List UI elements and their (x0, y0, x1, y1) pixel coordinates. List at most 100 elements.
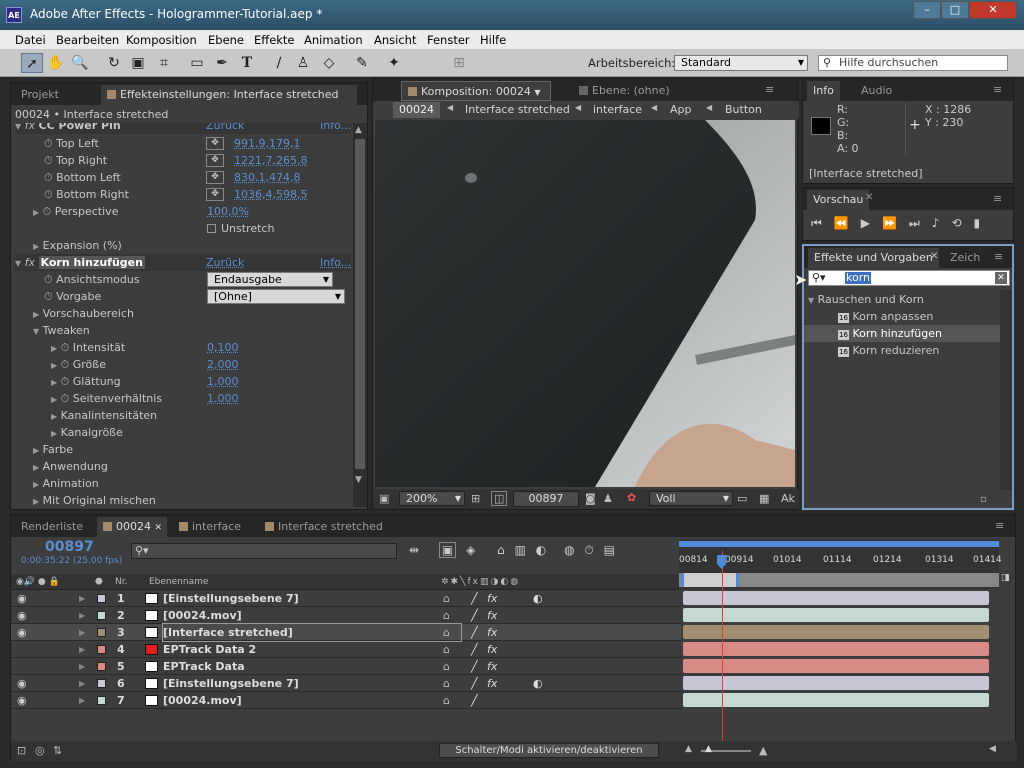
resolution-dropdown[interactable]: Voll ▼ (649, 491, 733, 506)
tab-zeichen[interactable]: Zeich (944, 248, 986, 268)
stopwatch-icon[interactable]: ⏱ (61, 341, 70, 354)
draft-3d-icon[interactable]: ▣ (438, 542, 457, 558)
menu-animation[interactable]: Animation (304, 33, 363, 47)
composition-mini-flowchart-icon[interactable]: ⇹ (409, 543, 419, 557)
expand-triangle-icon[interactable]: ▶ (79, 590, 85, 607)
clone-stamp-tool-icon[interactable]: ♙ (292, 53, 314, 73)
camera-tool-icon[interactable]: ▣ (127, 53, 149, 73)
layer-name[interactable]: [Einstellungsebene 7] (163, 675, 299, 692)
table-row[interactable]: ◉ ▶ 2 [00024.mov] ⌂ ╱ fx (11, 607, 681, 624)
next-frame-icon[interactable]: ⏩ (882, 216, 909, 230)
adjustment-layer-icon[interactable]: ◐ (533, 590, 543, 607)
visibility-eye-icon[interactable]: ◉ (17, 624, 27, 641)
tweak-value[interactable]: 1,000 (207, 390, 239, 407)
clear-search-icon[interactable]: ✕ (995, 272, 1007, 284)
tweaken-group[interactable]: ▼ Tweaken (33, 322, 90, 339)
panel-menu-icon[interactable]: ≡ (765, 83, 774, 96)
tab-audio[interactable]: Audio (855, 81, 898, 101)
fx-switch-icon[interactable]: fx (487, 607, 497, 624)
label-color-swatch[interactable] (97, 594, 106, 603)
timeline-zoom-slider-handle[interactable]: ▲ (705, 744, 712, 754)
panel-menu-icon[interactable]: ≡ (993, 83, 1002, 96)
fx-switch-icon[interactable]: fx (487, 658, 497, 675)
minimize-button[interactable]: – (913, 1, 941, 19)
tab-info[interactable]: Info (807, 81, 840, 101)
snapshot-camera-icon[interactable]: ◙ (585, 492, 596, 505)
animation-group[interactable]: ▶ Animation (33, 475, 99, 492)
shy-switch-icon[interactable]: ⌂ (443, 641, 450, 658)
time-ruler[interactable]: 00814 00914 01014 01114 01214 01314 0141… (679, 539, 1002, 589)
crosshair-icon[interactable]: ✥ (206, 154, 224, 167)
unstretch-checkbox[interactable] (207, 224, 216, 233)
visibility-eye-icon[interactable]: ◉ (17, 590, 27, 607)
help-search-input[interactable]: ⚲ Hilfe durchsuchen (818, 55, 1008, 71)
visibility-eye-icon[interactable]: ◉ (17, 607, 27, 624)
rotate-tool-icon[interactable]: ↻ (103, 53, 125, 73)
menu-ansicht[interactable]: Ansicht (374, 33, 416, 47)
visibility-eye-icon[interactable]: ◉ (17, 675, 27, 692)
quality-switch-icon[interactable]: ╱ (471, 641, 478, 658)
tab-komposition[interactable]: Komposition: 00024 ▼ (401, 81, 551, 101)
label-color-swatch[interactable] (97, 679, 106, 688)
stopwatch-icon[interactable]: ⏱ (61, 375, 70, 388)
tab-projekt[interactable]: Projekt (15, 85, 65, 105)
scroll-up-icon[interactable]: ▲ (355, 125, 362, 135)
stopwatch-icon[interactable]: ⏱ (44, 171, 53, 184)
layer-name[interactable]: [00024.mov] (163, 607, 242, 624)
brainstorm-icon[interactable]: ◍ (564, 543, 574, 557)
tab-close-icon[interactable]: ✕ (865, 192, 873, 203)
hide-shy-layers-icon[interactable]: ◈ (466, 543, 475, 557)
zoom-in-icon[interactable]: ▲ (759, 744, 767, 757)
stopwatch-icon[interactable]: ⏱ (61, 392, 70, 405)
shy-switch-icon[interactable]: ⌂ (443, 658, 450, 675)
ram-preview-icon[interactable]: ▮ (974, 216, 993, 230)
pin-value[interactable]: 830,1,474,8 (234, 169, 300, 186)
tab-comp-00024[interactable]: 00024 ✕ (97, 517, 167, 537)
tab-vorschau[interactable]: Vorschau (807, 190, 870, 210)
tab-ebene[interactable]: Ebene: (ohne) (573, 81, 676, 101)
menu-bearbeiten[interactable]: Bearbeiten (56, 33, 119, 47)
panel-menu-icon[interactable]: ≡ (993, 192, 1002, 205)
color-channels-icon[interactable]: ✿ (627, 491, 636, 504)
cc-power-pin-effect[interactable]: ▼ fx CC Power Pin Zurück Info... (15, 123, 351, 134)
breadcrumb-item[interactable]: App (670, 102, 692, 118)
roto-brush-tool-icon[interactable]: ✎ (351, 53, 373, 73)
panel-menu-icon[interactable]: ≡ (995, 519, 1004, 532)
tab-close-icon[interactable]: ✕ (155, 523, 163, 533)
layer-duration-bar[interactable] (683, 659, 989, 673)
adjustment-layer-icon[interactable]: ◐ (533, 675, 543, 692)
crosshair-icon[interactable]: ✥ (206, 171, 224, 184)
scroll-left-icon[interactable]: ◀ (989, 744, 996, 754)
expand-triangle-icon[interactable]: ▶ (79, 607, 85, 624)
comp-button-icon[interactable]: ◨ (1001, 573, 1010, 583)
mit-original-mischen-group[interactable]: ▶ Mit Original mischen (33, 492, 156, 509)
cc-power-pin-reset-link[interactable]: Zurück (206, 123, 244, 134)
shy-switch-icon[interactable]: ⌂ (443, 607, 450, 624)
active-camera-label[interactable]: Ak (781, 492, 795, 505)
tab-effekteinstellungen[interactable]: Effekteinstellungen: Interface stretched (101, 85, 357, 105)
zoom-dropdown[interactable]: 200% ▼ (399, 491, 465, 506)
menu-hilfe[interactable]: Hilfe (480, 33, 506, 47)
breadcrumb-item[interactable]: 00024 (393, 102, 440, 118)
menu-komposition[interactable]: Komposition (126, 33, 197, 47)
align-icon[interactable]: ⊞ (448, 53, 470, 73)
vorschaubereich-group[interactable]: ▶ Vorschaubereich (33, 305, 134, 322)
quality-switch-icon[interactable]: ╱ (471, 607, 478, 624)
label-color-swatch[interactable] (97, 645, 106, 654)
new-folder-icon[interactable]: ▫ (980, 494, 987, 505)
expand-triangle-icon[interactable]: ▶ (79, 692, 85, 709)
eraser-tool-icon[interactable]: ◇ (318, 53, 340, 73)
layer-name[interactable]: [Interface stretched] (162, 623, 462, 642)
effects-scrollbar[interactable] (1000, 290, 1012, 490)
label-color-swatch[interactable] (97, 696, 106, 705)
expand-transfer-controls-icon[interactable]: ◎ (35, 744, 45, 757)
expand-triangle-icon[interactable]: ▶ (33, 208, 39, 217)
show-snapshot-icon[interactable]: ♟ (603, 492, 613, 505)
first-frame-icon[interactable]: ⏮ (811, 216, 834, 230)
kanalgroesse-group[interactable]: ▶ Kanalgröße (51, 424, 123, 441)
hand-tool-icon[interactable]: ✋ (45, 53, 67, 73)
cc-power-pin-info-link[interactable]: Info... (320, 123, 351, 134)
graph-editor-icon[interactable]: ◐ (536, 543, 546, 557)
quality-switch-icon[interactable]: ╱ (471, 692, 478, 709)
shy-switch-icon[interactable]: ⌂ (443, 692, 450, 709)
